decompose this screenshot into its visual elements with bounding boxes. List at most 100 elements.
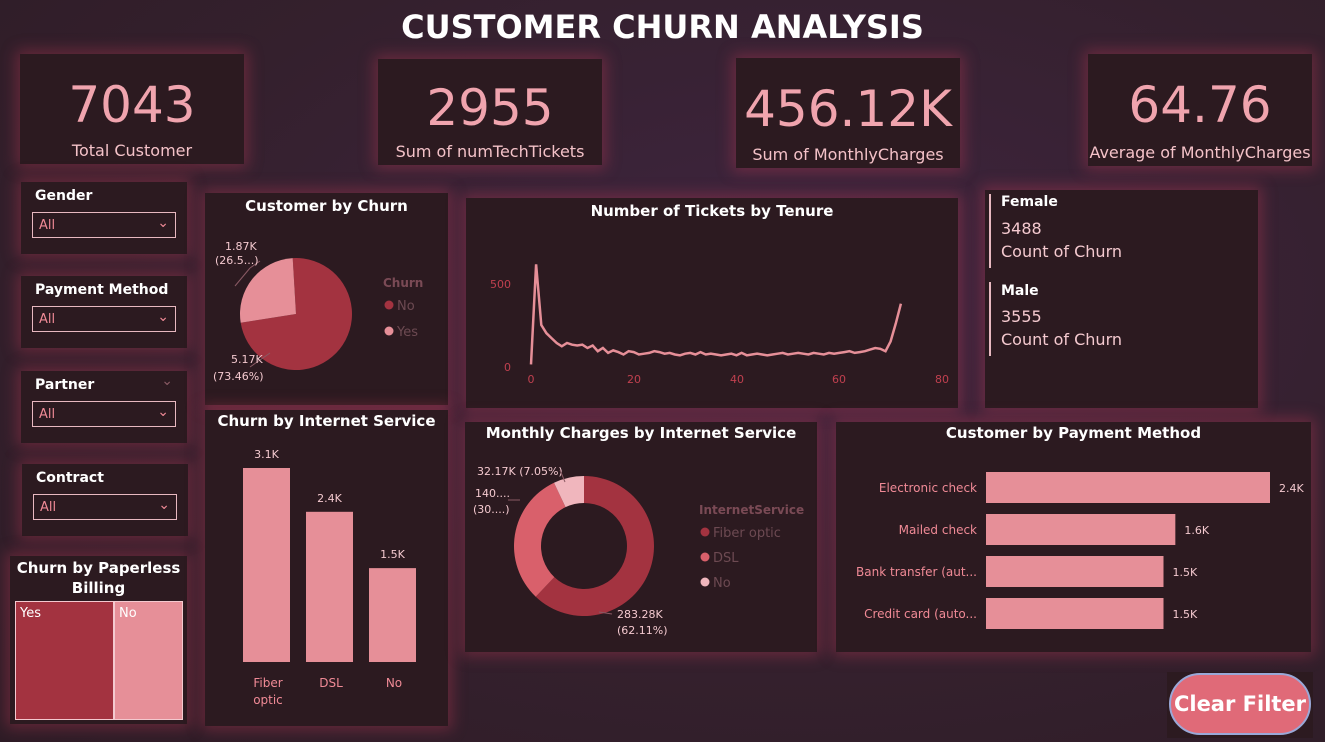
legend-marker (700, 527, 710, 537)
data-label: 1.5K (1173, 608, 1198, 621)
data-label: 283.28K (617, 608, 663, 621)
kpi-value: 64.76 (1128, 76, 1272, 134)
dashboard-title: CUSTOMER CHURN ANALYSIS (401, 8, 924, 46)
bar-no (369, 568, 416, 662)
payment-method-chart: Customer by Payment Method Electronic ch… (836, 422, 1311, 652)
category-label: Credit card (auto... (864, 607, 977, 621)
x-tick: 40 (730, 373, 744, 386)
churn-pie-chart: Customer by Churn 1.87K (26.5...) 5.17K … (205, 193, 448, 405)
legend-marker (384, 326, 394, 336)
slice-dsl (514, 482, 566, 597)
kpi-value: 7043 (68, 76, 196, 134)
churn-by-internet-chart: Churn by Internet Service 3.1K 2.4K 1.5K… (205, 410, 448, 726)
leader-line (234, 267, 251, 287)
dropdown-value: All (39, 218, 56, 233)
data-label: 5.17K (231, 353, 263, 366)
slicer-title: Contract (36, 470, 104, 486)
category-label: Fiber (253, 676, 282, 690)
legend-marker (700, 577, 710, 587)
gender-churn-card: Female 3488 Count of Churn Male 3555 Cou… (985, 190, 1258, 408)
partner-dropdown[interactable]: All ⌄ (32, 401, 176, 427)
bar-credit-card (986, 598, 1164, 629)
data-label: 1.5K (380, 548, 405, 561)
chevron-down-icon: ⌄ (158, 497, 170, 513)
data-label: 3.1K (254, 448, 279, 461)
data-label: (30....) (473, 503, 510, 516)
dropdown-value: All (39, 312, 56, 327)
kpi-label: Average of MonthlyCharges (1089, 143, 1311, 162)
treemap-yes[interactable]: Yes (15, 601, 114, 720)
category-label: optic (253, 693, 283, 707)
churn-pie-svg: 1.87K (26.5...) 5.17K (73.46%) Churn No … (213, 240, 423, 383)
category-label: Electronic check (879, 481, 977, 495)
slice-yes (240, 258, 296, 323)
kpi-avg-monthly-charges: 64.76 Average of MonthlyCharges (1088, 54, 1312, 166)
bar-electronic-check (986, 472, 1270, 503)
data-label: (62.11%) (617, 624, 668, 637)
category-label: Mailed check (899, 523, 977, 537)
kpi-monthly-charges: 456.12K Sum of MonthlyCharges (736, 58, 960, 168)
bar-dsl (306, 511, 353, 662)
data-label: 1.6K (1184, 524, 1209, 537)
slicer-payment-method: Payment Method All ⌄ (21, 276, 187, 348)
card-divider (989, 282, 991, 356)
legend-item: No (397, 299, 415, 314)
x-tick: 80 (935, 373, 949, 386)
tenure-line-svg: 500 0 0 20 40 60 80 (490, 264, 949, 386)
category-label: No (386, 676, 402, 690)
x-tick: 0 (528, 373, 535, 386)
data-label: 32.17K (7.05%) (477, 465, 563, 478)
legend-item: No (713, 576, 731, 591)
legend-item: Fiber optic (713, 526, 781, 541)
data-label: 2.4K (317, 492, 342, 505)
data-label: 140.... (475, 487, 510, 500)
y-tick: 500 (490, 278, 511, 291)
legend-title: Churn (383, 276, 423, 290)
contract-dropdown[interactable]: All ⌄ (33, 494, 177, 520)
clear-filter-button[interactable]: Clear Filter (1169, 673, 1311, 735)
kpi-label: Sum of numTechTickets (395, 142, 585, 161)
legend-item: DSL (713, 551, 739, 566)
dropdown-value: All (39, 407, 56, 422)
kpi-label: Total Customer (71, 141, 193, 160)
male-value: 3555 (1001, 307, 1042, 326)
card-divider (989, 194, 991, 268)
treemap-label: No (119, 606, 137, 621)
slicer-gender: Gender All ⌄ (21, 182, 187, 254)
slicer-title: Payment Method (35, 282, 169, 298)
category-label: DSL (319, 676, 343, 690)
bar-bank-transfer (986, 556, 1164, 587)
chevron-down-icon: ⌄ (157, 404, 169, 420)
slicer-contract: Contract All ⌄ (22, 464, 188, 536)
charges-donut-svg: 32.17K (7.05%) 140.... (30....) 283.28K … (473, 465, 804, 637)
slicer-title: Partner (35, 377, 95, 393)
data-label: 1.5K (1173, 566, 1198, 579)
kpi-label: Sum of MonthlyCharges (752, 145, 944, 164)
chart-title-line: Billing (71, 579, 126, 597)
female-value: 3488 (1001, 219, 1042, 238)
payment-bar-svg: Electronic check Mailed check Bank trans… (856, 472, 1304, 629)
x-tick: 60 (832, 373, 846, 386)
bar-fiber-optic (243, 468, 290, 662)
internet-bar-svg: 3.1K 2.4K 1.5K Fiber optic DSL No (243, 448, 416, 707)
kpi-total-customer: 7043 Total Customer (20, 54, 244, 164)
male-label: Male (1001, 283, 1039, 299)
chart-title-line: Churn by Paperless (16, 559, 181, 577)
treemap-no[interactable]: No (114, 601, 183, 720)
chevron-down-icon: ⌄ (157, 215, 169, 231)
female-label: Female (1001, 194, 1058, 210)
kpi-tech-tickets: 2955 Sum of numTechTickets (378, 59, 602, 165)
series-line (529, 264, 903, 365)
chevron-down-icon[interactable]: ⌄ (161, 373, 173, 389)
category-label: Bank transfer (aut... (856, 565, 977, 579)
slicer-partner: Partner ⌄ All ⌄ (21, 371, 187, 443)
dropdown-value: All (40, 500, 57, 515)
payment-method-dropdown[interactable]: All ⌄ (32, 306, 176, 332)
data-label: (26.5...) (215, 254, 259, 267)
legend-marker (384, 300, 394, 310)
gender-dropdown[interactable]: All ⌄ (32, 212, 176, 238)
paperless-billing-treemap: Churn by Paperless Billing Yes No (10, 556, 187, 724)
slicer-title: Gender (35, 188, 93, 204)
data-label: 2.4K (1279, 482, 1304, 495)
x-tick: 20 (627, 373, 641, 386)
